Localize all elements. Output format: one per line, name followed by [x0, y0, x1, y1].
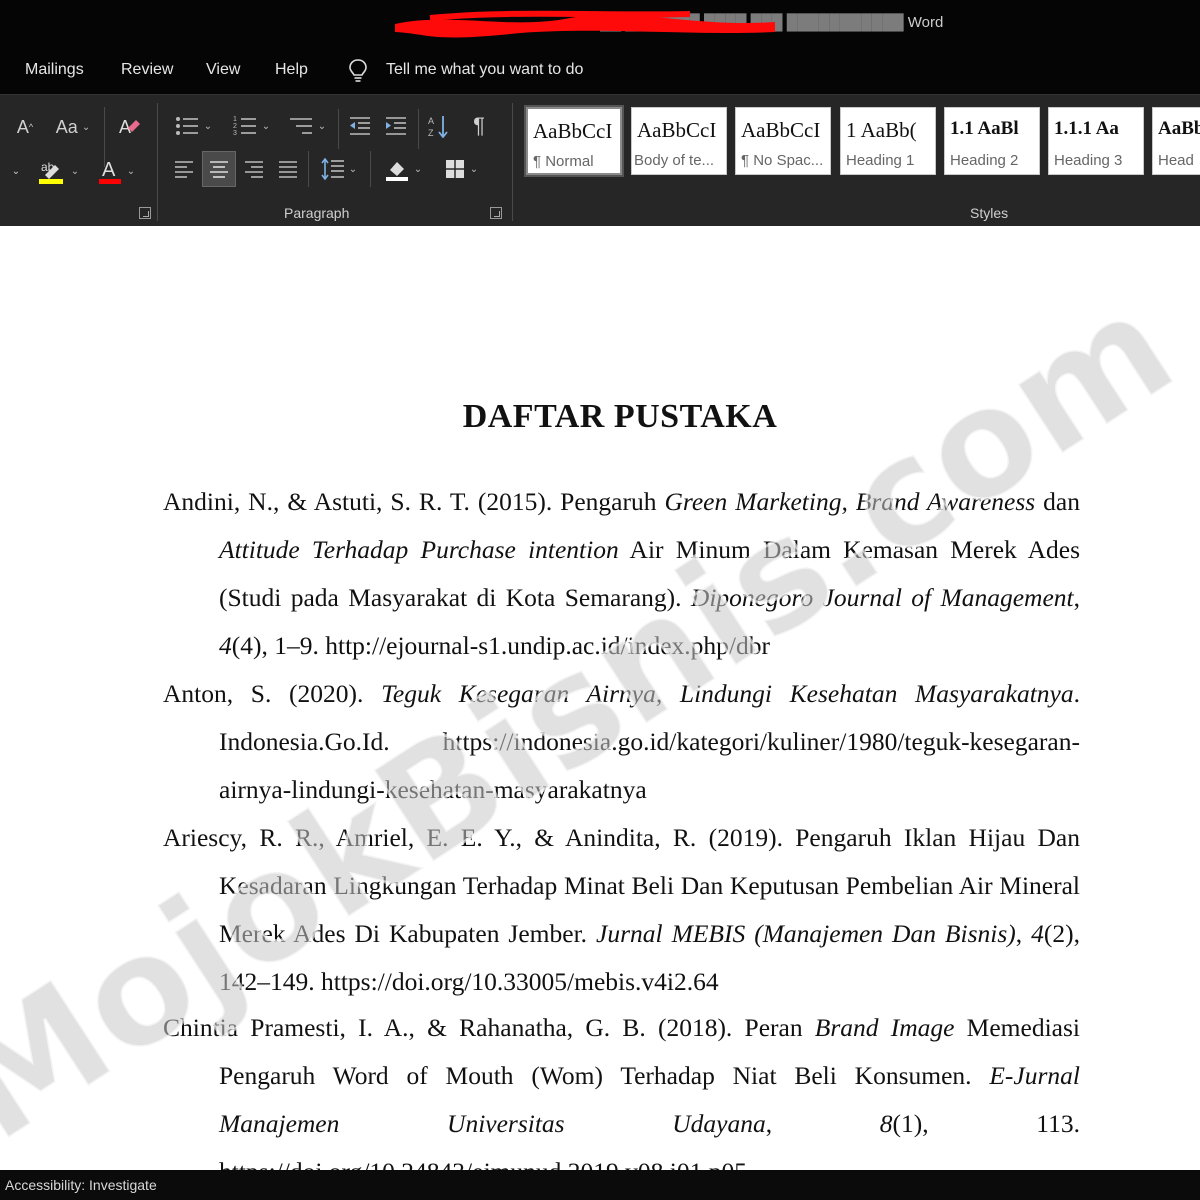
menu-bar: Mailings Review View Help Tell me what y…	[0, 48, 1200, 94]
reference-text: Chintia Pramesti, I. A., & Rahanatha, G.…	[163, 1013, 815, 1042]
style-preview: AaBbCcI	[533, 119, 613, 143]
style-no-spacing[interactable]: AaBbCcI ¶ No Spac...	[735, 107, 831, 175]
svg-text:Z: Z	[428, 128, 434, 138]
reference-italic-text: Teguk Kesegaran Airnya, Lindungi Kesehat…	[381, 679, 1074, 708]
reference-italic-text: 4	[219, 631, 232, 660]
style-name: Heading 1	[846, 152, 915, 169]
separator	[370, 151, 371, 187]
font-color-button[interactable]: A ⌄	[92, 155, 140, 187]
align-center-icon[interactable]	[202, 151, 236, 187]
document-page[interactable]: DAFTAR PUSTAKA Andini, N., & Astuti, S. …	[0, 226, 1200, 1170]
borders-button[interactable]: ⌄	[436, 153, 486, 185]
chevron-down-icon[interactable]: ⌄	[8, 157, 24, 185]
style-preview: 1.1.1 Aa	[1054, 118, 1119, 139]
multilevel-list-button[interactable]: ⌄	[282, 111, 332, 141]
style-normal[interactable]: AaBbCcI ¶ Normal	[524, 105, 624, 177]
menu-review[interactable]: Review	[121, 61, 173, 79]
reference-italic-text: 8	[879, 1109, 893, 1138]
lightbulb-icon[interactable]	[346, 58, 370, 84]
reference-text: dan	[1035, 487, 1080, 516]
style-preview: 1.1 AaBl	[950, 118, 1019, 139]
line-spacing-button[interactable]: ⌄	[314, 153, 364, 185]
style-preview: 1 AaBb(	[846, 118, 917, 142]
styles-group-label: Styles	[970, 205, 1009, 221]
document-title: DAFTAR PUSTAKA	[462, 398, 778, 435]
style-name: Heading 2	[950, 152, 1019, 169]
menu-view[interactable]: View	[206, 61, 240, 79]
font-dialog-launcher[interactable]	[139, 207, 151, 219]
style-heading-2[interactable]: 1.1 AaBl Heading 2	[944, 107, 1040, 175]
menu-help[interactable]: Help	[275, 61, 308, 79]
style-name: ¶ Normal	[533, 153, 594, 170]
style-preview: AaBbCcI	[741, 118, 821, 142]
tell-me-search[interactable]: Tell me what you want to do	[386, 61, 583, 79]
reference-entry: Anton, S. (2020). Teguk Kesegaran Airnya…	[163, 670, 1080, 814]
separator	[512, 103, 513, 221]
clear-formatting-icon[interactable]: A	[112, 111, 146, 143]
svg-text:1: 1	[233, 116, 237, 123]
style-name: ¶ No Spac...	[741, 152, 824, 169]
accessibility-status[interactable]: Accessibility: Investigate	[5, 1177, 157, 1193]
justify-icon[interactable]	[272, 153, 304, 185]
reference-italic-text: Green Marketing, Brand Awareness	[664, 487, 1036, 516]
reference-text: ,	[765, 1109, 880, 1138]
reference-text: ,	[1015, 919, 1032, 948]
paragraph-group-label: Paragraph	[284, 205, 350, 221]
bullets-button[interactable]: ⌄	[168, 111, 218, 141]
style-heading-3[interactable]: 1.1.1 Aa Heading 3	[1048, 107, 1144, 175]
reference-italic-text: Diponegoro Journal of Management	[690, 583, 1074, 612]
grow-font-label: A	[16, 116, 29, 137]
style-preview: AaBbCcI	[637, 118, 717, 142]
separator	[157, 103, 158, 221]
title-bar: ██ ███████ ████ ███ ███████████ Word	[0, 0, 1200, 48]
paragraph-dialog-launcher[interactable]	[490, 207, 502, 219]
separator	[308, 151, 309, 187]
reference-italic-text: Brand Image	[814, 1013, 955, 1042]
style-heading-1[interactable]: 1 AaBb( Heading 1	[840, 107, 936, 175]
shading-button[interactable]: ⌄	[378, 153, 428, 185]
decrease-indent-icon[interactable]	[344, 111, 376, 141]
show-formatting-marks-icon[interactable]: ¶	[464, 111, 494, 141]
ribbon: A ^ Aa ⌄ A ⌄ ab ⌄ A ⌄ ⌄ 1 2 3 ⌄ ⌄ AZ ¶ ⌄…	[0, 94, 1200, 226]
style-name: Head	[1158, 152, 1194, 169]
style-name: Body of te...	[634, 152, 715, 169]
increase-indent-icon[interactable]	[380, 111, 412, 141]
window-title-app: Word	[907, 14, 944, 31]
style-body-of-text[interactable]: AaBbCcI Body of te...	[631, 107, 727, 175]
style-name: Heading 3	[1054, 152, 1123, 169]
status-bar: Accessibility: Investigate	[0, 1170, 1200, 1200]
reference-italic-text: 4	[1031, 919, 1044, 948]
reference-entry: Chintia Pramesti, I. A., & Rahanatha, G.…	[163, 1004, 1080, 1170]
reference-text: Andini, N., & Astuti, S. R. T. (2015). P…	[163, 487, 665, 516]
svg-text:2: 2	[233, 123, 237, 130]
align-left-icon[interactable]	[168, 153, 200, 185]
sort-icon[interactable]: AZ	[424, 111, 454, 141]
separator	[418, 109, 419, 149]
highlight-color-button[interactable]: ab ⌄	[34, 155, 82, 187]
grow-font-button[interactable]: A ^	[10, 113, 40, 141]
reference-text: (4), 1–9. http://ejournal-s1.undip.ac.id…	[231, 631, 770, 660]
reference-text: ,	[1073, 583, 1080, 612]
reference-entry: Andini, N., & Astuti, S. R. T. (2015). P…	[163, 478, 1080, 670]
svg-text:3: 3	[233, 130, 237, 137]
reference-text: Anton, S. (2020).	[163, 679, 382, 708]
align-right-icon[interactable]	[238, 153, 270, 185]
reference-italic-text: Attitude Terhadap Purchase intention	[219, 535, 619, 564]
change-case-button[interactable]: Aa ⌄	[50, 113, 96, 141]
reference-entry: Ariescy, R. R., Amriel, E. E. Y., & Anin…	[163, 814, 1080, 1006]
style-preview: AaBb	[1158, 118, 1200, 139]
separator	[338, 109, 339, 149]
font-color-label: A	[102, 159, 116, 181]
reference-italic-text: Jurnal MEBIS (Manajemen Dan Bisnis)	[596, 919, 1016, 948]
menu-mailings[interactable]: Mailings	[25, 61, 84, 79]
numbering-button[interactable]: 1 2 3 ⌄	[226, 111, 276, 141]
svg-text:A: A	[428, 116, 434, 126]
redaction-scribble	[395, 10, 775, 38]
change-case-label: Aa	[55, 116, 78, 137]
style-heading-4[interactable]: AaBb Head	[1152, 107, 1200, 175]
